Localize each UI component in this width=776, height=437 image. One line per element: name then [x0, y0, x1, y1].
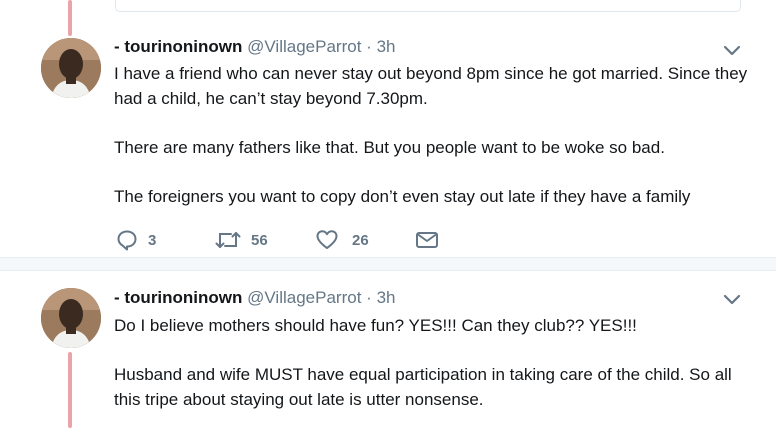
direct-message-button[interactable] — [415, 227, 439, 253]
tweet-paragraph: The foreigners you want to copy don’t ev… — [114, 186, 691, 206]
reply-count: 3 — [148, 231, 157, 249]
retweet-icon — [215, 232, 241, 248]
avatar[interactable] — [41, 38, 101, 98]
reply-icon — [117, 230, 137, 251]
tweet-paragraph: I have a friend who can never stay out b… — [114, 64, 748, 108]
tweet-paragraph: Husband and wife MUST have equal partici… — [114, 365, 732, 409]
user-handle[interactable]: @VillageParrot — [247, 288, 361, 307]
timestamp[interactable]: 3h — [377, 37, 396, 56]
tweet-divider — [0, 257, 776, 271]
tweet-text: I have a friend who can never stay out b… — [114, 62, 754, 234]
chevron-down-icon[interactable] — [722, 44, 742, 58]
tweet-paragraph: Do I believe mothers should have fun? YE… — [114, 316, 637, 335]
avatar[interactable] — [41, 288, 101, 348]
display-name[interactable]: - tourinoninown — [114, 37, 242, 56]
tweet-2[interactable]: - tourinoninown @VillageParrot · 3h Do I… — [0, 271, 776, 428]
thread-connector-bottom — [68, 352, 72, 428]
tweet-paragraph: There are many fathers like that. But yo… — [114, 137, 665, 157]
tweet-header: - tourinoninown @VillageParrot · 3h — [114, 288, 395, 308]
user-handle[interactable]: @VillageParrot — [247, 37, 361, 56]
separator-dot: · — [366, 288, 372, 307]
avatar-image — [41, 288, 101, 348]
timestamp[interactable]: 3h — [377, 288, 396, 307]
retweet-button[interactable]: 56 — [215, 227, 268, 253]
avatar-image — [41, 38, 101, 98]
chevron-down-icon[interactable] — [722, 293, 742, 307]
tweet-text: Do I believe mothers should have fun? YE… — [114, 314, 734, 437]
tweet-1[interactable]: - tourinoninown @VillageParrot · 3h I ha… — [0, 0, 776, 257]
envelope-icon — [416, 232, 438, 248]
display-name[interactable]: - tourinoninown — [114, 288, 242, 307]
heart-icon — [316, 230, 338, 249]
tweet-header: - tourinoninown @VillageParrot · 3h — [114, 37, 395, 57]
retweet-count: 56 — [251, 231, 268, 249]
like-button[interactable]: 26 — [316, 227, 369, 253]
like-count: 26 — [352, 231, 369, 249]
separator-dot: · — [366, 37, 372, 56]
reply-button[interactable]: 3 — [116, 227, 156, 253]
